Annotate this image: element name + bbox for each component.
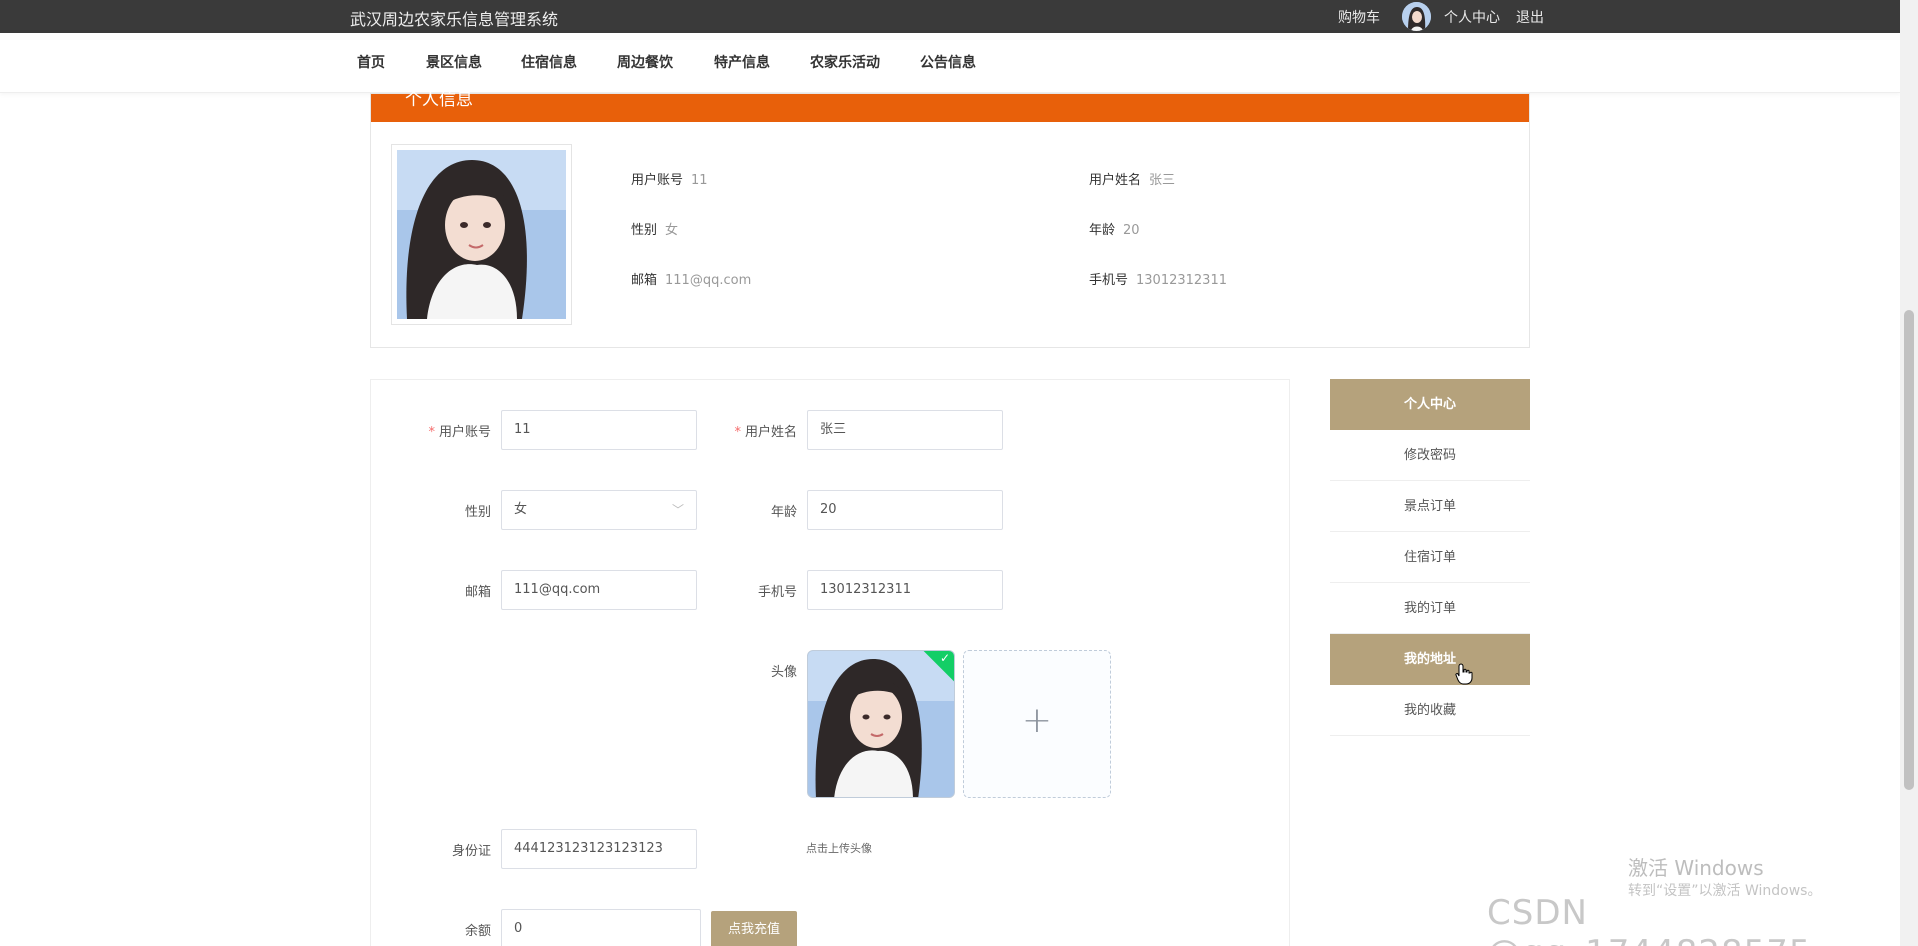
side-item-user-center[interactable]: 个人中心 xyxy=(1330,379,1530,430)
info-email: 邮箱 111@qq.com xyxy=(631,273,752,288)
nav-lodging[interactable]: 住宿信息 xyxy=(521,33,577,93)
phone-input[interactable]: 13012312311 xyxy=(807,570,1003,610)
avatar-label: 头像 xyxy=(770,665,797,680)
cart-link[interactable]: 购物车 xyxy=(1338,0,1380,33)
profile-card-header: 个人信息 xyxy=(371,90,1529,122)
id-card-label: 身份证 xyxy=(451,844,491,859)
age-label: 年龄 xyxy=(770,505,797,520)
side-item-my-orders[interactable]: 我的订单 xyxy=(1330,583,1530,634)
nav-specialty[interactable]: 特产信息 xyxy=(714,33,770,93)
name-label: * 用户姓名 xyxy=(734,425,797,440)
info-name: 用户姓名 张三 xyxy=(1089,173,1176,188)
page-scrollbar[interactable] xyxy=(1900,0,1918,946)
profile-card: 个人信息 用户账号 11 用户姓名 张三 性别女 年龄 20 邮箱 111@qq.com… xyxy=(370,90,1530,348)
email-label: 邮箱 xyxy=(464,585,491,600)
gender-label: 性别 xyxy=(464,505,491,520)
info-gender: 性别女 xyxy=(631,223,679,238)
nav-notice[interactable]: 公告信息 xyxy=(920,33,976,93)
scrollbar-thumb[interactable] xyxy=(1904,310,1914,790)
email-field[interactable]: 111@qq.com xyxy=(501,570,697,610)
avatar[interactable] xyxy=(1402,2,1431,31)
side-item-change-password[interactable]: 修改密码 xyxy=(1330,430,1530,481)
profile-card-title: 个人信息 xyxy=(405,90,473,110)
nav-home[interactable]: 首页 xyxy=(357,33,385,93)
windows-activation-title: 激活 Windows xyxy=(1628,856,1764,880)
info-phone: 手机号 13012312311 xyxy=(1089,273,1227,288)
side-menu: 个人中心 修改密码 景点订单 住宿订单 我的订单 我的地址 我的收藏 xyxy=(1330,379,1530,736)
account-input[interactable]: 11 xyxy=(501,410,697,450)
csdn-watermark: CSDN @qq_1744828575 xyxy=(1487,893,1810,946)
check-icon: ✓ xyxy=(939,651,950,665)
side-item-favorites[interactable]: 我的收藏 xyxy=(1330,685,1530,736)
avatar-upload-button[interactable]: + xyxy=(963,650,1111,798)
name-input[interactable]: 张三 xyxy=(807,410,1003,450)
side-item-lodging-orders[interactable]: 住宿订单 xyxy=(1330,532,1530,583)
side-item-scenic-orders[interactable]: 景点订单 xyxy=(1330,481,1530,532)
nav-dining[interactable]: 周边餐饮 xyxy=(617,33,673,93)
side-item-my-address[interactable]: 我的地址 xyxy=(1330,634,1530,685)
user-center-link[interactable]: 个人中心 xyxy=(1444,0,1500,33)
top-bar: 武汉周边农家乐信息管理系统 购物车 个人中心 退出 xyxy=(0,0,1900,33)
age-input[interactable]: 20 xyxy=(807,490,1003,530)
info-account: 用户账号 11 xyxy=(631,173,708,188)
main-nav: 首页 景区信息 住宿信息 周边餐饮 特产信息 农家乐活动 公告信息 xyxy=(0,33,1900,93)
upload-tip: 点击上传头像 xyxy=(806,842,872,855)
phone-label: 手机号 xyxy=(757,585,797,600)
info-age: 年龄 20 xyxy=(1089,223,1140,238)
gender-select[interactable]: 女 ﹀ xyxy=(501,490,697,530)
recharge-button[interactable]: 点我充值 xyxy=(711,911,797,946)
profile-photo xyxy=(391,144,572,325)
balance-label: 余额 xyxy=(464,924,491,939)
account-label: * 用户账号 xyxy=(428,425,491,440)
gender-select-value: 女 xyxy=(514,502,528,517)
hand-cursor-icon xyxy=(1455,663,1473,689)
id-card-input[interactable]: 444123123123123123 xyxy=(501,829,697,869)
balance-input[interactable]: 0 xyxy=(501,909,701,946)
chevron-down-icon: ﹀ xyxy=(671,503,684,517)
nav-activity[interactable]: 农家乐活动 xyxy=(810,33,880,93)
uploaded-avatar[interactable]: ✓ xyxy=(807,650,955,798)
plus-icon: + xyxy=(1021,700,1053,741)
logout-link[interactable]: 退出 xyxy=(1516,0,1544,33)
nav-scenic[interactable]: 景区信息 xyxy=(426,33,482,93)
site-title: 武汉周边农家乐信息管理系统 xyxy=(350,10,559,29)
